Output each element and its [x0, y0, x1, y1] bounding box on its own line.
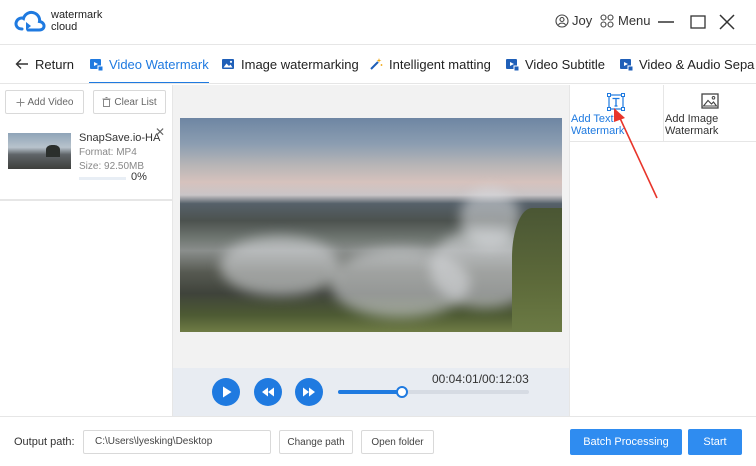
seek-bar[interactable]	[338, 386, 529, 398]
change-path-button[interactable]: Change path	[279, 430, 353, 454]
file-format: Format: MP4	[79, 147, 137, 158]
list-divider	[0, 199, 172, 201]
add-video-label: Add Video	[27, 96, 74, 108]
video-audio-icon	[620, 59, 633, 71]
magic-wand-icon	[370, 58, 383, 70]
clear-list-label: Clear List	[114, 96, 157, 108]
add-video-button[interactable]: Add Video	[5, 90, 84, 114]
text-box-icon	[607, 93, 625, 111]
watermark-options-panel: Add Text Watermark Add Image Watermark	[569, 85, 756, 416]
cloud-logo-icon	[14, 10, 46, 32]
open-folder-button[interactable]: Open folder	[361, 430, 434, 454]
video-list-panel: Add Video Clear List SnapSave.io-HA... F…	[0, 85, 173, 416]
file-name: SnapSave.io-HA...	[79, 132, 161, 144]
remove-file-icon[interactable]: ✕	[155, 125, 165, 139]
output-path-field[interactable]: C:\Users\lyesking\Desktop	[83, 430, 271, 454]
file-progress-bar	[79, 177, 126, 180]
rewind-icon	[262, 387, 274, 397]
timecode: 00:04:01/00:12:03	[432, 372, 529, 386]
tab-image-watermarking[interactable]: Image watermarking	[221, 45, 359, 83]
output-path-label: Output path:	[14, 436, 75, 448]
tab-video-watermark[interactable]: Video Watermark	[89, 45, 209, 83]
watermark-type-tabs: Add Text Watermark Add Image Watermark	[570, 85, 756, 142]
arrow-left-icon	[15, 59, 28, 69]
minimize-icon[interactable]	[656, 12, 676, 32]
return-button[interactable]: Return	[15, 45, 74, 83]
user-account[interactable]: Joy	[555, 13, 592, 28]
text-watermark-label: Add Text Watermark	[571, 113, 625, 137]
menu-label: Menu	[618, 13, 651, 28]
video-watermark-icon	[90, 59, 103, 71]
fast-forward-button[interactable]	[295, 378, 323, 406]
tab-video-audio-separation[interactable]: Video & Audio Sepa	[619, 45, 754, 83]
image-icon	[701, 93, 719, 109]
plus-icon	[16, 98, 25, 106]
tab-label: Video Subtitle	[525, 56, 605, 72]
bottom-bar: Output path: C:\Users\lyesking\Desktop C…	[0, 416, 756, 466]
image-watermark-label: Add Image Watermark	[665, 113, 719, 137]
add-text-watermark-button[interactable]: Add Text Watermark	[570, 85, 663, 142]
start-button[interactable]: Start	[688, 429, 742, 455]
add-image-watermark-button[interactable]: Add Image Watermark	[663, 85, 756, 142]
title-bar: watermark cloud Joy Menu	[0, 0, 756, 44]
tab-video-subtitle[interactable]: Video Subtitle	[505, 45, 605, 83]
tab-label: Image watermarking	[241, 56, 359, 72]
tab-label: Video & Audio Sepa	[639, 56, 755, 72]
preview-area: 00:04:01/00:12:03	[173, 85, 569, 416]
rewind-button[interactable]	[254, 378, 282, 406]
video-subtitle-icon	[506, 59, 519, 71]
return-label: Return	[35, 56, 75, 72]
file-progress-text: 0%	[131, 171, 147, 183]
seek-handle[interactable]	[395, 386, 408, 398]
seek-bar-progress	[338, 390, 402, 394]
video-preview	[180, 118, 562, 332]
video-thumbnail	[8, 133, 71, 169]
brand-name: watermark cloud	[51, 9, 102, 33]
tab-intelligent-matting[interactable]: Intelligent matting	[369, 45, 491, 83]
clear-list-button[interactable]: Clear List	[93, 90, 166, 114]
brand-line-1: watermark	[51, 9, 103, 21]
fast-forward-icon	[303, 387, 315, 397]
close-icon[interactable]	[717, 12, 737, 32]
menu-button[interactable]: Menu	[600, 13, 651, 28]
user-icon	[555, 13, 569, 28]
batch-processing-button[interactable]: Batch Processing	[570, 429, 682, 455]
grid-menu-icon	[600, 13, 614, 28]
maximize-icon[interactable]	[688, 12, 708, 32]
trash-icon	[102, 97, 111, 107]
play-button[interactable]	[212, 378, 240, 406]
brand-line-2: cloud	[51, 21, 78, 33]
tab-label: Intelligent matting	[389, 56, 491, 72]
tool-tab-bar: Return Video Watermark Image watermarkin…	[0, 44, 756, 84]
player-controls: 00:04:01/00:12:03	[173, 368, 569, 416]
play-icon	[223, 386, 232, 398]
user-name: Joy	[572, 13, 593, 28]
tab-label: Video Watermark	[109, 56, 209, 72]
video-file-item[interactable]: SnapSave.io-HA... Format: MP4 Size: 92.5…	[0, 119, 172, 199]
image-icon	[222, 59, 234, 69]
